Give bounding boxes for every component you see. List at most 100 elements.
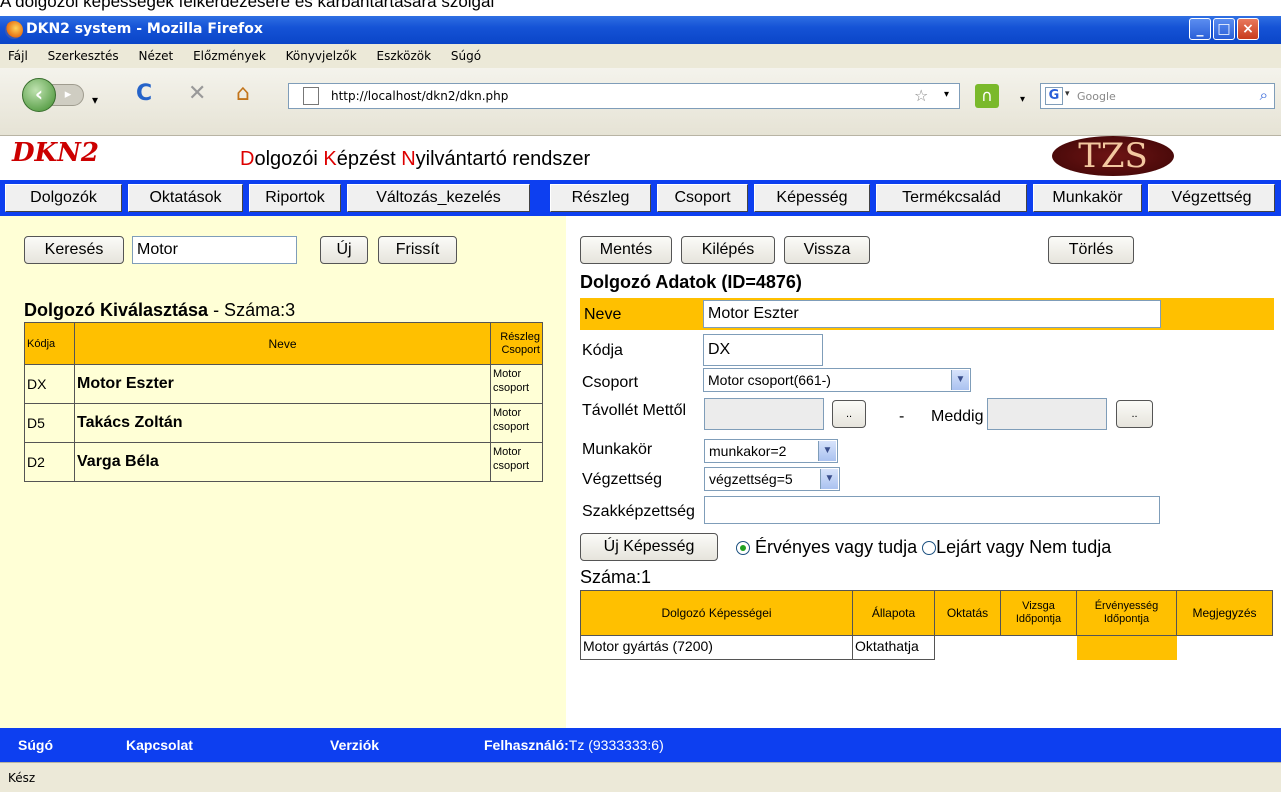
save-button[interactable]: Mentés xyxy=(580,236,672,264)
tab-valtozas-kezeles[interactable]: Változás_kezelés xyxy=(347,184,530,212)
skills-col-note: Megjegyzés xyxy=(1176,590,1273,636)
name-field[interactable]: Motor Eszter xyxy=(703,300,1161,328)
status-text: Kész xyxy=(8,771,36,785)
chevron-down-icon: ▼ xyxy=(951,370,969,390)
row-dept-line1: Motor xyxy=(493,407,522,419)
close-window-button[interactable]: × xyxy=(1237,18,1259,40)
skills-col-training: Oktatás xyxy=(934,590,1001,636)
row-dept-line1: Motor xyxy=(493,368,522,380)
tab-vegzettseg[interactable]: Végzettség xyxy=(1148,184,1275,212)
col-dept-header: Részleg Csoport xyxy=(490,322,543,365)
new-skill-button[interactable]: Új Képesség xyxy=(580,533,718,561)
education-select[interactable]: végzettség=5 ▼ xyxy=(704,467,840,491)
menu-view[interactable]: Nézet xyxy=(139,49,174,63)
addon-dropdown-icon[interactable]: ▾ xyxy=(1020,88,1025,112)
search-engine-dropdown-icon[interactable]: ▾ xyxy=(1065,89,1070,99)
row-name[interactable]: Takács Zoltán xyxy=(74,403,491,443)
radio-valid-label: Érvényes vagy tudja xyxy=(755,537,918,557)
job-select[interactable]: munkakor=2 ▼ xyxy=(704,439,838,463)
skills-row-valid xyxy=(1076,635,1177,660)
minimize-button[interactable]: _ xyxy=(1189,18,1211,40)
menu-history[interactable]: Előzmények xyxy=(193,49,266,63)
radio-expired[interactable] xyxy=(922,541,937,556)
table-row[interactable]: D2 Varga Béla Motor csoport xyxy=(24,442,543,482)
back-button[interactable]: ‹ xyxy=(22,78,56,112)
absence-from-date-button[interactable]: .. xyxy=(832,400,866,428)
footer-user: Felhasználó:Tz (9333333:6) xyxy=(484,737,664,753)
search-icon[interactable]: ⌕ xyxy=(1260,86,1268,104)
page-icon xyxy=(303,87,319,105)
row-dept-line2: csoport xyxy=(493,382,530,394)
group-select-value: Motor csoport(661-) xyxy=(708,372,831,388)
search-bar[interactable]: G ▾ Google ⌕ xyxy=(1040,83,1275,109)
back-nav-button[interactable]: Vissza xyxy=(784,236,870,264)
menu-edit[interactable]: Szerkesztés xyxy=(48,49,119,63)
tab-oktatasok[interactable]: Oktatások xyxy=(128,184,243,212)
skills-row-skill[interactable]: Motor gyártás (7200) xyxy=(580,635,853,660)
menu-bar: Fájl Szerkesztés Nézet Előzmények Könyvj… xyxy=(0,44,1281,68)
maximize-button[interactable]: □ xyxy=(1213,18,1235,40)
new-employee-button[interactable]: Új xyxy=(320,236,368,264)
menu-help[interactable]: Súgó xyxy=(451,49,481,63)
exit-button[interactable]: Kilépés xyxy=(681,236,775,264)
tab-munkakor[interactable]: Munkakör xyxy=(1033,184,1142,212)
education-select-value: végzettség=5 xyxy=(709,471,793,487)
tab-dolgozok[interactable]: Dolgozók xyxy=(5,184,122,212)
code-field[interactable]: DX xyxy=(703,334,823,366)
row-name[interactable]: Motor Eszter xyxy=(74,364,491,404)
window-titlebar: DKN2 system - Mozilla Firefox _ □ × xyxy=(0,16,1281,44)
footer-user-label: Felhasználó: xyxy=(484,737,569,753)
tab-termekcsalad[interactable]: Termékcsalád xyxy=(876,184,1027,212)
skill-count: Száma:1 xyxy=(580,567,652,587)
education-label: Végzettség xyxy=(582,471,663,488)
menu-file[interactable]: Fájl xyxy=(8,49,28,63)
google-icon[interactable]: G xyxy=(1045,87,1063,105)
row-name[interactable]: Varga Béla xyxy=(74,442,491,482)
url-bar[interactable]: http://localhost/dkn2/dkn.php ☆ ▾ xyxy=(288,83,960,109)
employee-detail-panel: Mentés Kilépés Vissza Törlés Dolgozó Ada… xyxy=(566,216,1281,728)
tab-reszleg[interactable]: Részleg xyxy=(550,184,651,212)
absence-from-field xyxy=(704,398,824,430)
group-select[interactable]: Motor csoport(661-) ▼ xyxy=(703,368,971,392)
skills-table: Dolgozó Képességei Állapota Oktatás Vizs… xyxy=(580,590,1273,660)
reload-icon[interactable]: C xyxy=(136,82,152,106)
home-icon[interactable]: ⌂ xyxy=(236,82,250,106)
menu-tools[interactable]: Eszközök xyxy=(376,49,431,63)
radio-valid[interactable] xyxy=(736,541,750,556)
skills-row-training xyxy=(935,636,1001,660)
footer-versions-link[interactable]: Verziók xyxy=(330,737,379,753)
tab-kepesseg[interactable]: Képesség xyxy=(754,184,870,212)
search-input[interactable]: Motor xyxy=(132,236,297,264)
search-button[interactable]: Keresés xyxy=(24,236,124,264)
menu-bookmarks[interactable]: Könyvjelzők xyxy=(286,49,357,63)
history-dropdown-icon[interactable]: ▾ xyxy=(92,88,98,112)
detail-title: Dolgozó Adatok (ID=4876) xyxy=(580,272,802,292)
chevron-down-icon: ▼ xyxy=(818,441,836,461)
forward-button[interactable]: ▸ xyxy=(52,84,84,106)
app-title: Dolgozói Képzést Nyilvántartó rendszer xyxy=(240,148,590,171)
row-code: D5 xyxy=(24,403,75,443)
skills-col-exam: Vizsga Időpontja xyxy=(1000,590,1077,636)
row-dept: Motor csoport xyxy=(490,442,543,482)
refresh-button[interactable]: Frissít xyxy=(378,236,457,264)
table-row[interactable]: D5 Takács Zoltán Motor csoport xyxy=(24,403,543,443)
table-row[interactable]: DX Motor Eszter Motor csoport xyxy=(24,364,543,404)
tab-csoport[interactable]: Csoport xyxy=(657,184,748,212)
qualification-field[interactable] xyxy=(704,496,1160,524)
job-label: Munkakör xyxy=(582,441,653,458)
bookmark-star-icon[interactable]: ☆ xyxy=(914,86,928,105)
stop-icon[interactable]: ✕ xyxy=(188,82,206,106)
row-dept-line2: csoport xyxy=(493,421,530,433)
skills-col-status: Állapota xyxy=(852,590,935,636)
tab-riportok[interactable]: Riportok xyxy=(249,184,341,212)
footer-contact-link[interactable]: Kapcsolat xyxy=(126,737,193,753)
skills-row[interactable]: Motor gyártás (7200) Oktathatja xyxy=(580,635,1273,660)
absence-to-date-button[interactable]: .. xyxy=(1116,400,1153,428)
addon-icon[interactable]: ∩ xyxy=(975,84,999,108)
col-dept-header-line2: Csoport xyxy=(501,343,540,356)
list-title-block: Dolgozó Kiválasztása - Száma:3 xyxy=(24,300,295,321)
delete-button[interactable]: Törlés xyxy=(1048,236,1134,264)
app-title-part: yilvántartó rendszer xyxy=(415,148,591,170)
url-dropdown-icon[interactable]: ▾ xyxy=(944,89,949,100)
footer-help-link[interactable]: Súgó xyxy=(18,737,53,753)
